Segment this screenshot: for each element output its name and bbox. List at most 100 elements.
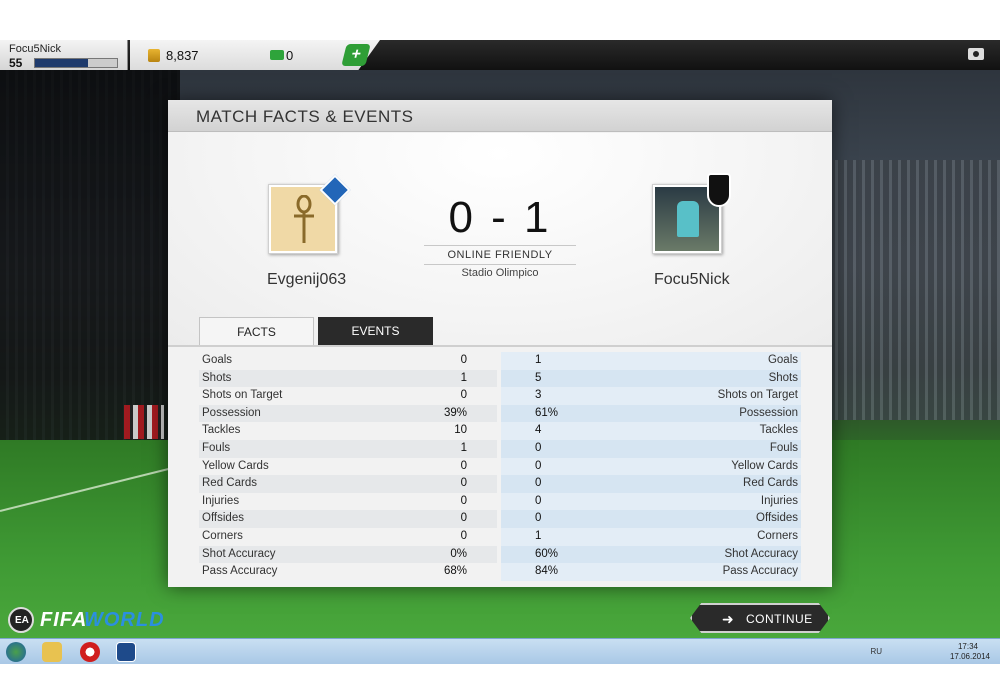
stat-label-home: Injuries [202,494,240,507]
continue-button[interactable]: ➜ CONTINUE [690,603,830,633]
stat-label-home: Shots [202,371,232,384]
stat-row: Shots on Target 0 3 Shots on Target [199,387,801,405]
stadium-stand-right [820,160,1000,420]
coins-icon [148,49,160,62]
home-team-name: Evgenij063 [267,271,347,288]
stat-label-away: Corners [757,529,798,542]
stat-label-away: Offsides [756,512,798,525]
stat-bg-right [501,369,801,388]
opera-browser-icon[interactable] [80,642,100,662]
tab-bar: FACTS EVENTS [199,317,433,345]
stats-table: Goals 0 1 Goals Shots 1 5 Shots Shots on Target 0… [199,352,801,581]
stat-label-home: Tackles [202,424,241,437]
stat-label-home: Corners [202,529,243,542]
ankh-icon [294,195,314,243]
stat-value-home: 0 [460,389,467,402]
stat-value-home: 0 [460,459,467,472]
stat-value-away: 1 [535,354,542,366]
stat-value-home: 0 [460,529,467,542]
match-type: ONLINE FRIENDLY [424,245,576,265]
start-button[interactable] [6,642,26,662]
away-club-badge-icon [707,173,731,207]
coins-display: 8,837 [130,40,260,70]
stat-row: Yellow Cards 0 0 Yellow Cards [199,457,801,476]
coins-value: 8,837 [166,48,199,63]
stat-row: Shot Accuracy 0% 60% Shot Accuracy [199,545,801,564]
player-level: 55 [9,56,23,70]
away-team-crest [652,173,731,254]
stat-label-away: Goals [767,354,798,366]
stat-value-home: 1 [460,371,467,384]
stat-row: Goals 0 1 Goals [199,352,801,370]
points-value: 0 [286,48,294,63]
stat-value-away: 4 [535,424,542,437]
stat-label-away: Tackles [759,424,798,437]
tabs-divider [168,345,832,347]
arrow-right-icon: ➜ [722,611,734,627]
stat-label-home: Fouls [202,441,231,454]
stat-label-home: Pass Accuracy [202,565,278,578]
stat-label-home: Possession [202,406,261,419]
stat-value-away: 84% [535,565,559,578]
stat-row: Shots 1 5 Shots [199,369,801,388]
add-points-button[interactable]: + [341,44,371,66]
camera-icon[interactable] [968,48,984,60]
stat-label-away: Pass Accuracy [722,565,798,578]
windows-taskbar: RU 17:34 17.06.2014 [0,638,1000,664]
panel-title: MATCH FACTS & EVENTS [196,107,414,126]
clock-date[interactable]: 17.06.2014 [950,652,990,661]
stat-label-away: Possession [739,406,798,419]
stat-label-home: Shots on Target [202,389,283,402]
stat-value-away: 5 [535,371,542,384]
stat-value-away: 0 [535,441,542,454]
stat-value-away: 61% [535,406,559,419]
stat-value-home: 39% [443,406,467,419]
logo-fifa-text: FIFA [40,609,88,631]
away-team-name: Focu5Nick [654,271,730,288]
stat-value-away: 60% [535,547,559,560]
tab-facts[interactable]: FACTS [199,317,314,345]
stat-label-away: Shots on Target [717,389,798,402]
stat-bg-right [501,352,801,370]
folder-icon[interactable] [42,642,62,662]
stat-value-home: 0 [460,477,467,490]
continue-label: CONTINUE [746,612,813,626]
stat-row: Fouls 1 0 Fouls [199,439,801,458]
stat-value-home: 0 [460,512,467,525]
stat-bg-right [501,422,801,440]
stat-value-away: 3 [535,389,542,402]
panel-header: MATCH FACTS & EVENTS [168,100,832,132]
stat-value-away: 0 [535,477,542,490]
stat-bg-right [501,439,801,458]
stat-label-away: Shot Accuracy [724,547,798,560]
points-icon [270,50,284,60]
player-avatar [677,201,699,237]
stat-label-away: Red Cards [743,477,798,490]
match-facts-panel: MATCH FACTS & EVENTS Evgenij063 0 - 1 ON… [168,100,832,587]
stat-value-away: 0 [535,512,542,525]
fifa-world-app-icon[interactable] [116,642,136,662]
player-profile[interactable]: Focu5Nick 55 [0,40,128,70]
players-on-pitch [124,405,164,439]
stat-label-home: Yellow Cards [202,459,269,472]
stat-row: Tackles 10 4 Tackles [199,422,801,440]
tab-events[interactable]: EVENTS [318,317,433,345]
stat-row: Offsides 0 0 Offsides [199,510,801,528]
stat-value-home: 0% [450,547,467,560]
stat-value-home: 10 [454,424,467,437]
stat-bg-right [501,492,801,511]
stat-value-home: 68% [443,565,467,578]
stat-label-away: Yellow Cards [731,459,798,472]
language-indicator[interactable]: RU [870,647,882,656]
clock-time[interactable]: 17:34 [958,642,978,651]
stat-value-home: 0 [460,354,467,366]
stat-bg-right [501,527,801,546]
stat-label-away: Fouls [769,441,798,454]
xp-progress-bar [34,58,118,68]
stat-value-home: 1 [460,441,467,454]
stat-row: Pass Accuracy 68% 84% Pass Accuracy [199,563,801,581]
stat-value-away: 0 [535,494,542,507]
match-score: 0 - 1 [448,193,552,242]
stat-row: Injuries 0 0 Injuries [199,492,801,511]
stat-label-home: Offsides [202,512,244,525]
